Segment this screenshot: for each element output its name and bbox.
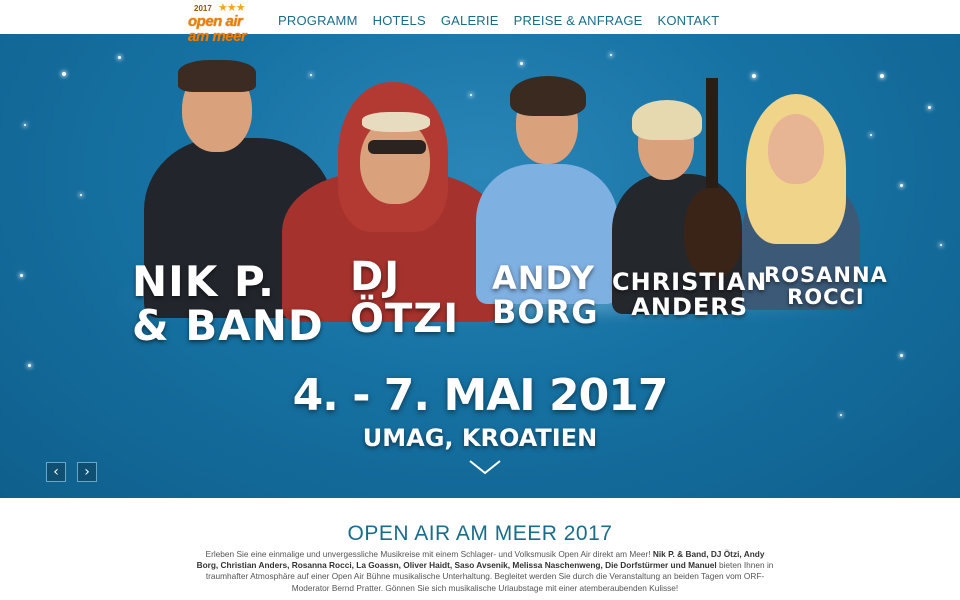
star-sparkle (20, 274, 23, 277)
main-nav: PROGRAMM HOTELS GALERIE PREISE & ANFRAGE… (278, 13, 734, 28)
nav-item-kontakt[interactable]: KONTAKT (658, 13, 720, 28)
star-sparkle (520, 62, 523, 65)
event-location: UMAG, KROATIEN (362, 424, 598, 452)
artist-name-christian-anders: CHRISTIAN ANDERS (612, 268, 768, 322)
artist-name-nik-p: NIK P. & BAND (132, 257, 324, 351)
nav-item-preise-anfrage[interactable]: PREISE & ANFRAGE (514, 13, 643, 28)
star-sparkle (900, 354, 903, 357)
star-sparkle (928, 106, 931, 109)
event-date: 4. - 7. MAI 2017 (292, 370, 669, 421)
nav-item-programm[interactable]: PROGRAMM (278, 13, 358, 28)
star-sparkle (62, 72, 66, 76)
star-sparkle (610, 54, 612, 56)
slider-next-button[interactable]: › (77, 462, 97, 482)
intro-text-part: Erleben Sie eine einmalige und unvergess… (205, 549, 653, 559)
star-sparkle (118, 56, 121, 59)
star-sparkle (28, 364, 31, 367)
artist-name-rosanna-rocci: ROSANNA ROCCI (764, 263, 888, 310)
section-title: OPEN AIR AM MEER 2017 (347, 522, 613, 545)
chevron-right-icon: › (84, 464, 90, 480)
artist-name-dj-oetzi: DJ ÖTZI (350, 254, 460, 342)
star-sparkle (870, 134, 872, 136)
nav-item-hotels[interactable]: HOTELS (373, 13, 426, 28)
star-sparkle (940, 244, 942, 246)
star-sparkle (752, 74, 756, 78)
slider-prev-button[interactable]: ‹ (46, 462, 66, 482)
hero-slider: NIK P. & BAND DJ ÖTZI ANDY BORG CHRISTIA… (0, 34, 960, 498)
star-sparkle (24, 124, 26, 126)
intro-text: Erleben Sie eine einmalige und unvergess… (196, 549, 774, 594)
logo-year: 2017 (194, 4, 212, 13)
star-sparkle (80, 194, 82, 196)
star-sparkle (880, 74, 884, 78)
logo-text-line2: am meer (188, 28, 247, 45)
site-header: 2017 ★★★ open air am meer PROGRAMM HOTEL… (0, 0, 960, 45)
star-sparkle (900, 184, 903, 187)
nav-item-galerie[interactable]: GALERIE (441, 13, 499, 28)
chevron-down-icon[interactable] (468, 458, 502, 476)
artist-name-andy-borg: ANDY BORG (492, 259, 599, 331)
chevron-left-icon: ‹ (53, 464, 59, 480)
logo[interactable]: 2017 ★★★ open air am meer (186, 2, 264, 45)
